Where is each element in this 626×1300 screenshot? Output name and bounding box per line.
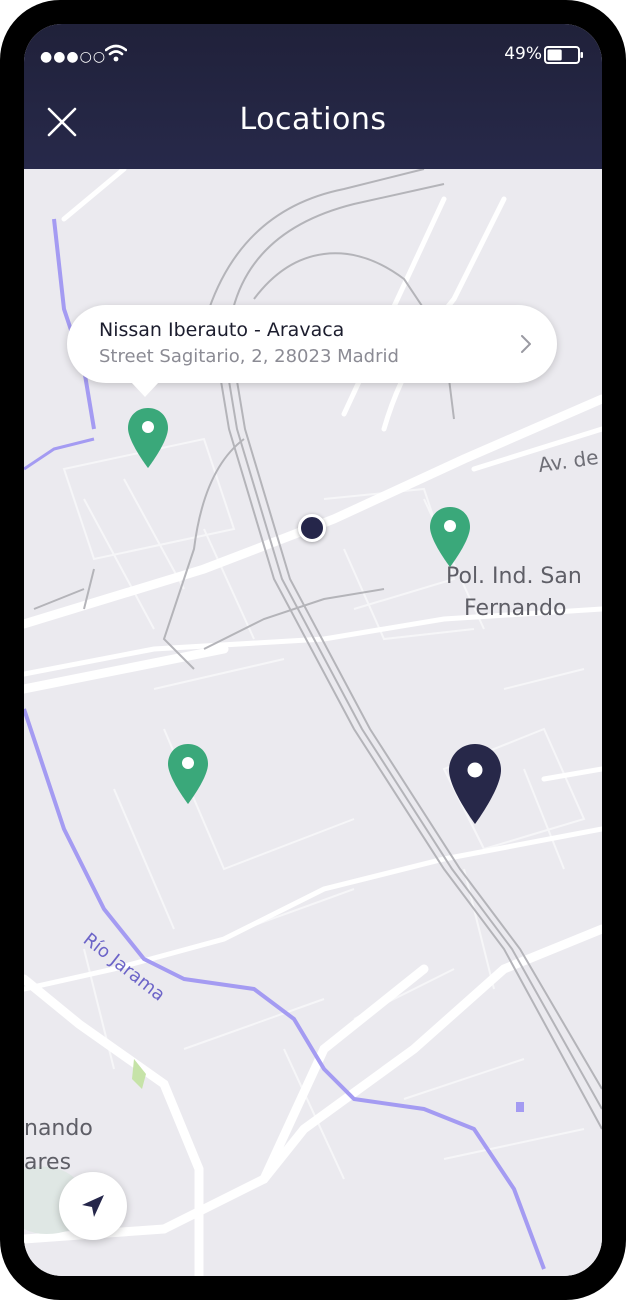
page-title: Locations — [239, 102, 387, 137]
selected-dealer-pin[interactable] — [448, 742, 502, 830]
dealer-pin[interactable] — [167, 742, 209, 810]
header-bar: ●●●○○ 49% Locations — [24, 24, 602, 169]
navigation-arrow-icon — [82, 1195, 104, 1217]
status-bar: ●●●○○ 49% — [24, 24, 602, 84]
map-label-poligono-line2: Fernando — [464, 596, 567, 621]
map-label-town-line2: ares — [24, 1150, 72, 1175]
location-address: Street Sagitario, 2, 28023 Madrid — [99, 346, 399, 367]
my-location-button[interactable] — [59, 1172, 127, 1240]
wifi-icon — [104, 44, 128, 66]
current-location-marker — [298, 514, 326, 542]
dealer-pin[interactable] — [429, 505, 471, 573]
map-pin-icon — [449, 744, 501, 824]
battery-icon — [544, 46, 584, 68]
app-screen: ●●●○○ 49% Locations Av. de Pol. Ind. San… — [24, 24, 602, 1276]
map-pin-icon — [128, 408, 168, 468]
signal-strength: ●●●○○ — [40, 49, 107, 65]
dealer-pin[interactable] — [127, 406, 169, 474]
map-pin-icon — [168, 744, 208, 804]
location-name: Nissan Iberauto - Aravaca — [99, 319, 345, 341]
chevron-right-icon — [521, 335, 532, 357]
map-label-town-line1: nando — [24, 1116, 93, 1141]
location-callout[interactable]: Nissan Iberauto - Aravaca Street Sagitar… — [67, 305, 557, 397]
phone-frame: ●●●○○ 49% Locations Av. de Pol. Ind. San… — [0, 0, 626, 1300]
battery-percent: 49% — [504, 44, 542, 64]
map-pin-icon — [430, 507, 470, 567]
